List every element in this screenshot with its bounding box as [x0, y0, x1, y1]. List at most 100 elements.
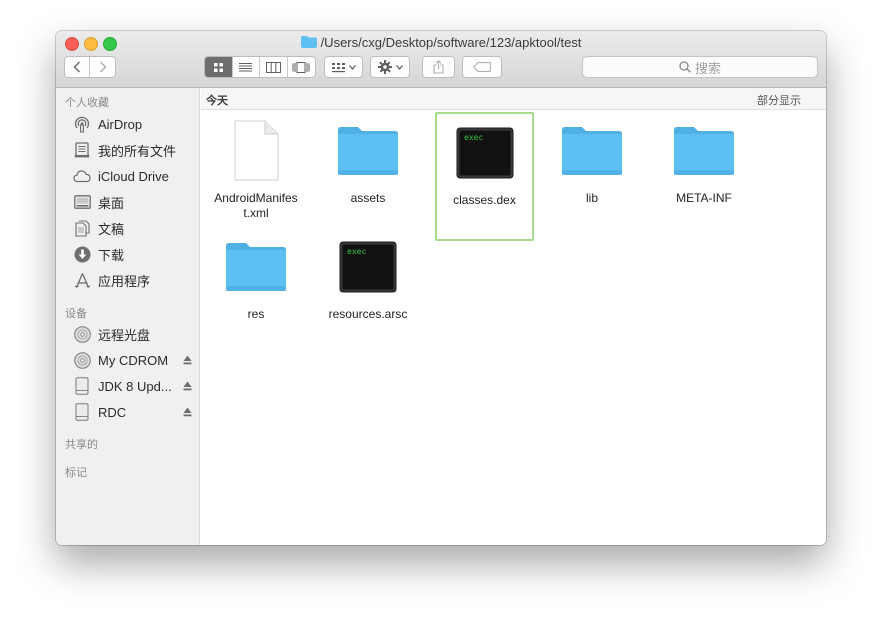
disc-icon — [72, 351, 92, 369]
list-icon — [239, 62, 253, 71]
file-name: META-INF — [676, 191, 732, 205]
file-name: res — [247, 307, 265, 321]
sidebar-item-label: 应用程序 — [98, 273, 151, 289]
sidebar-item-downloads[interactable]: 下载 — [72, 243, 200, 265]
chevron-right-icon — [99, 61, 107, 73]
applications-icon — [72, 271, 92, 289]
folder-icon — [542, 115, 642, 187]
sidebar-item-applications[interactable]: 应用程序 — [72, 269, 200, 291]
disc-icon — [72, 325, 92, 343]
sidebar-item-label: 我的所有文件 — [98, 143, 177, 159]
sidebar-item-label: 桌面 — [98, 195, 125, 211]
file-name: resources.arsc — [328, 307, 408, 321]
sidebar-item-all-files[interactable]: 我的所有文件 — [72, 139, 200, 161]
tag-icon — [473, 62, 491, 72]
folder-icon — [206, 231, 306, 303]
file-name: lib — [585, 191, 598, 205]
edit-tags-button[interactable] — [462, 56, 502, 78]
sidebar-item-airdrop[interactable]: AirDrop — [72, 113, 200, 135]
all-files-icon — [72, 141, 92, 159]
forward-button[interactable] — [90, 57, 115, 77]
sidebar-item-label: My CDROM — [98, 352, 169, 368]
file-item[interactable]: exec resources.arsc — [318, 231, 418, 322]
file-item[interactable]: lib — [542, 115, 642, 206]
sidebar-item-my-cdrom[interactable]: My CDROM — [72, 349, 200, 371]
sidebar: 个人收藏 AirDrop 我的所有文件 iCloud Drive 桌面 文稿 下… — [56, 88, 200, 545]
sidebar-item-label: 下载 — [98, 247, 125, 263]
file-name: classes.dex — [453, 193, 516, 207]
cover-flow-icon — [292, 61, 310, 73]
exec-icon: exec — [437, 117, 532, 189]
gallery-view-button[interactable] — [288, 57, 315, 77]
grid-icon — [213, 62, 223, 72]
sidebar-item-jdk[interactable]: JDK 8 Upd... — [72, 375, 200, 397]
action-button[interactable] — [370, 56, 410, 78]
eject-icon[interactable] — [183, 353, 192, 368]
columns-icon — [265, 61, 281, 73]
arrange-button[interactable] — [324, 56, 363, 78]
file-name: AndroidManifest.xml — [214, 191, 298, 220]
file-item[interactable]: META-INF — [654, 115, 754, 206]
gear-icon — [377, 60, 392, 74]
sidebar-item-remote-disc[interactable]: 远程光盘 — [72, 323, 200, 345]
airdrop-icon — [72, 115, 92, 133]
title-bar: /Users/cxg/Desktop/software/123/apktool/… — [56, 31, 826, 88]
sidebar-header-shared[interactable]: 共享的 — [65, 436, 98, 452]
sidebar-item-rdc[interactable]: RDC — [72, 401, 200, 423]
sidebar-item-label: JDK 8 Upd... — [98, 378, 172, 394]
search-field[interactable]: 搜索 — [582, 56, 818, 78]
chevron-down-icon — [395, 64, 403, 70]
sidebar-header-tags[interactable]: 标记 — [65, 464, 87, 480]
folder-icon — [318, 115, 418, 187]
exec-label: exec — [347, 247, 366, 256]
document-icon — [206, 115, 306, 187]
documents-icon — [72, 219, 92, 237]
file-name: assets — [350, 191, 386, 205]
eject-icon[interactable] — [183, 405, 192, 420]
download-icon — [72, 245, 92, 263]
sidebar-header-favorites: 个人收藏 — [65, 97, 109, 109]
arrange-icon — [331, 62, 345, 72]
file-item-selected[interactable]: exec classes.dex — [435, 112, 534, 241]
share-button[interactable] — [422, 56, 455, 78]
cloud-icon — [72, 167, 92, 185]
file-item[interactable]: AndroidManifest.xml — [206, 115, 306, 221]
drive-icon — [72, 403, 92, 421]
view-mode-control — [204, 56, 316, 78]
share-icon — [433, 60, 444, 74]
sidebar-item-label: 远程光盘 — [98, 327, 151, 343]
eject-icon[interactable] — [183, 379, 192, 394]
section-label: 今天 — [206, 95, 228, 107]
show-less-button[interactable]: 部分显示 — [757, 92, 801, 108]
list-view-button[interactable] — [233, 57, 260, 77]
finder-window: /Users/cxg/Desktop/software/123/apktool/… — [56, 31, 826, 545]
chevron-down-icon — [348, 64, 356, 70]
section-header: 今天 部分显示 — [201, 88, 826, 110]
exec-label: exec — [464, 133, 483, 142]
desktop-icon — [72, 193, 92, 211]
sidebar-header-devices: 设备 — [65, 308, 87, 320]
sidebar-item-icloud-drive[interactable]: iCloud Drive — [72, 165, 200, 187]
window-title-text: /Users/cxg/Desktop/software/123/apktool/… — [320, 35, 582, 50]
file-item[interactable]: assets — [318, 115, 418, 206]
sidebar-item-documents[interactable]: 文稿 — [72, 217, 200, 239]
sidebar-item-label: 文稿 — [98, 221, 125, 237]
icon-view-button[interactable] — [205, 57, 233, 77]
file-area: 今天 部分显示 AndroidManifest.xml assets exec … — [201, 88, 826, 545]
back-button[interactable] — [65, 57, 90, 77]
exec-icon: exec — [318, 231, 418, 303]
column-view-button[interactable] — [260, 57, 288, 77]
search-placeholder: 搜索 — [694, 60, 721, 76]
drive-icon — [72, 377, 92, 395]
sidebar-item-desktop[interactable]: 桌面 — [72, 191, 200, 213]
file-item[interactable]: res — [206, 231, 306, 322]
sidebar-item-label: AirDrop — [98, 116, 143, 132]
chevron-left-icon — [73, 61, 81, 73]
folder-icon — [300, 35, 317, 48]
window-title: /Users/cxg/Desktop/software/123/apktool/… — [56, 34, 826, 52]
folder-icon — [654, 115, 754, 187]
search-icon — [679, 61, 691, 73]
back-forward-control — [64, 56, 116, 78]
sidebar-item-label: iCloud Drive — [98, 168, 169, 184]
sidebar-item-label: RDC — [98, 404, 127, 420]
